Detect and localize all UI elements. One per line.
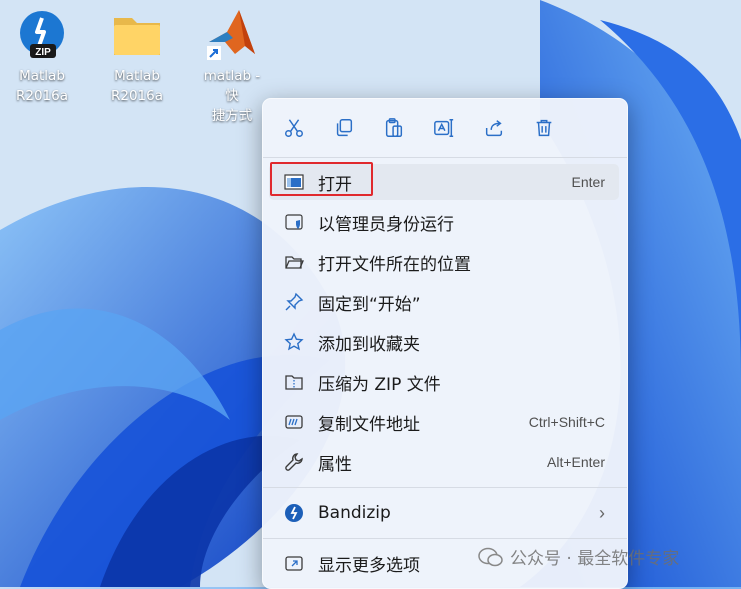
copy-button[interactable] xyxy=(326,111,362,145)
menu-item-label: 属性 xyxy=(318,454,352,475)
rename-icon xyxy=(434,119,454,137)
desktop-icon-matlab-zip[interactable]: ZIP Matlab R2016a xyxy=(6,6,78,106)
desktop-icon-matlab-shortcut[interactable]: matlab - 快 捷方式 xyxy=(196,6,268,126)
menu-item-label: 压缩为 ZIP 文件 xyxy=(318,374,441,395)
folder-open-icon xyxy=(283,251,305,273)
folder-icon xyxy=(110,8,164,62)
menu-item-properties[interactable]: 属性 Alt+Enter xyxy=(269,444,619,480)
menu-item-shortcut: Enter xyxy=(571,174,605,190)
rename-button[interactable] xyxy=(426,111,462,145)
paste-button[interactable] xyxy=(376,111,412,145)
wechat-icon xyxy=(478,547,503,566)
delete-button[interactable] xyxy=(526,111,562,145)
menu-item-copy-as-path[interactable]: 复制文件地址 Ctrl+Shift+C xyxy=(269,404,619,440)
desktop-icon-label: Matlab xyxy=(114,68,160,84)
menu-item-label: 打开文件所在的位置 xyxy=(318,254,471,275)
menu-item-label: 添加到收藏夹 xyxy=(318,334,420,355)
menu-item-compress-zip[interactable]: 压缩为 ZIP 文件 xyxy=(269,364,619,400)
bandizip-icon xyxy=(283,502,305,524)
svg-text:ZIP: ZIP xyxy=(35,47,51,58)
menu-item-run-as-admin[interactable]: 以管理员身份运行 xyxy=(269,204,619,240)
cut-button[interactable] xyxy=(276,111,312,145)
desktop-icon-matlab-folder[interactable]: Matlab R2016a xyxy=(101,6,173,106)
cut-icon xyxy=(285,119,303,137)
desktop-icon-label: 捷方式 xyxy=(211,108,253,124)
star-icon xyxy=(283,331,305,353)
divider xyxy=(263,157,627,158)
desktop-icon-label: Matlab xyxy=(19,68,65,84)
desktop-icon-label: R2016a xyxy=(15,88,68,104)
pin-icon xyxy=(283,291,305,313)
more-options-icon xyxy=(283,552,305,574)
context-menu-toolbar xyxy=(263,99,627,157)
chevron-right-icon: › xyxy=(599,502,605,523)
divider xyxy=(263,538,627,539)
menu-item-bandizip[interactable]: Bandizip › xyxy=(269,495,619,531)
zip-icon xyxy=(283,371,305,393)
highlight-box xyxy=(270,162,373,196)
shield-icon xyxy=(283,211,305,233)
copy-path-icon xyxy=(283,411,305,433)
paste-icon xyxy=(385,118,403,137)
menu-item-label: 复制文件地址 xyxy=(318,414,420,435)
desktop-icon-label: R2016a xyxy=(110,88,163,104)
desktop-icon-label: matlab - 快 xyxy=(203,68,261,104)
menu-item-pin-to-start[interactable]: 固定到“开始” xyxy=(269,284,619,320)
menu-item-label: Bandizip xyxy=(318,503,391,523)
bandizip-zip-icon: ZIP xyxy=(15,8,69,62)
menu-item-shortcut: Alt+Enter xyxy=(547,454,605,470)
matlab-shortcut-icon xyxy=(205,8,259,62)
watermark-text: 公众号 · 最全软件专家 xyxy=(510,549,680,569)
divider xyxy=(263,487,627,488)
menu-item-add-to-favorites[interactable]: 添加到收藏夹 xyxy=(269,324,619,360)
menu-item-label: 显示更多选项 xyxy=(318,555,420,576)
delete-icon xyxy=(536,119,552,137)
share-icon xyxy=(485,120,503,137)
menu-item-label: 以管理员身份运行 xyxy=(318,214,454,235)
context-menu: 打开 Enter 以管理员身份运行 打开文件所在的位置 固定到“开始” 添加到收… xyxy=(262,98,628,589)
watermark: 公众号 · 最全软件专家 xyxy=(478,544,679,569)
menu-item-label: 固定到“开始” xyxy=(318,294,421,315)
copy-icon xyxy=(336,119,353,137)
menu-item-shortcut: Ctrl+Shift+C xyxy=(528,414,605,430)
share-button[interactable] xyxy=(476,111,512,145)
wrench-icon xyxy=(283,451,305,473)
menu-item-open-file-location[interactable]: 打开文件所在的位置 xyxy=(269,244,619,280)
